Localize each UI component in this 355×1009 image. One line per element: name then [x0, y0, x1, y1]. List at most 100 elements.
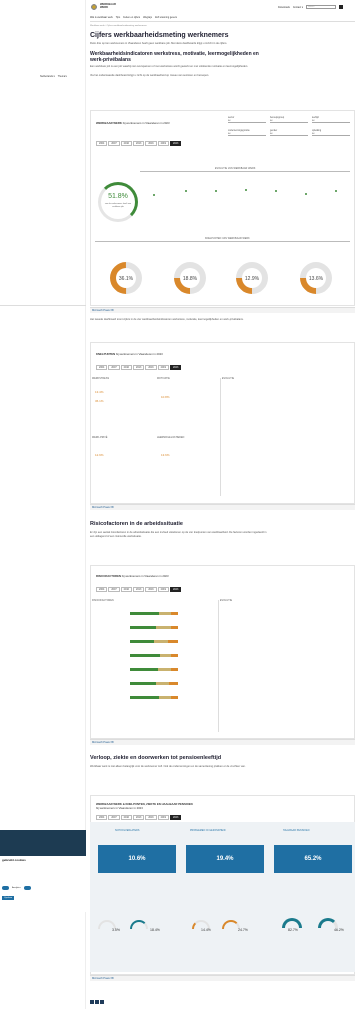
- evolution-point: [335, 190, 337, 192]
- year-tab[interactable]: 2010: [120, 141, 132, 146]
- left-nav-link[interactable]: Thema's: [58, 75, 67, 78]
- search-input[interactable]: zoeken: [305, 5, 336, 9]
- year-tab[interactable]: 2013: [132, 815, 145, 820]
- big-value-box: 19.4%: [186, 845, 264, 873]
- year-tab[interactable]: 2019: [157, 365, 169, 370]
- year-tab[interactable]: 2019: [157, 815, 169, 820]
- year-tab[interactable]: 2013: [132, 587, 145, 592]
- evolutie-label: EVOLUTIE: [220, 600, 233, 602]
- cookie-save-button[interactable]: Opslaan: [2, 896, 15, 900]
- menu-item[interactable]: Tips: [116, 16, 120, 19]
- gauge-value: 18.8%: [182, 276, 198, 282]
- risk-bar: [130, 626, 178, 629]
- big-value-box: 10.6%: [98, 845, 176, 873]
- section1-text-2: Via het onderstaande dashboard krijgt u …: [90, 74, 210, 77]
- site-logo[interactable]: WERKBAAR WERK: [90, 3, 116, 11]
- powerbi-footer[interactable]: Microsoft Power BI: [90, 307, 355, 313]
- year-tab[interactable]: 2010: [120, 365, 132, 370]
- dashboard4-title: WERKBAAR WERK & KNELPUNTEN, ZIEKTE EN HA…: [96, 802, 246, 810]
- year-tab[interactable]: 2019: [157, 141, 169, 146]
- contact-link[interactable]: Contact ▾: [293, 6, 303, 9]
- menu-item[interactable]: Wat is werkbaar werk: [90, 16, 113, 19]
- year-tab[interactable]: 2016: [145, 365, 157, 370]
- card-label: HAALBAAR PENSIOEN: [283, 830, 310, 832]
- powerbi-footer[interactable]: Microsoft Power BI: [90, 975, 355, 981]
- menu-item[interactable]: Wegwijs: [143, 16, 152, 19]
- year-tab[interactable]: 2007: [108, 141, 120, 146]
- main-value: 51.8%: [108, 193, 128, 200]
- year-tab[interactable]: 2004: [96, 141, 108, 146]
- dashboard2-title-bold: KNELPUNTEN: [96, 352, 116, 356]
- header-top-nav: Downloads Contact ▾ zoeken: [278, 5, 343, 9]
- card-label: SCHOOLVERLATERS: [115, 830, 140, 832]
- gauge-value: 13.6%: [308, 276, 324, 282]
- year-tab-active[interactable]: 2023: [169, 141, 182, 146]
- dashboard3-title: RISICOFACTOREN bij werknemers in Vlaande…: [96, 574, 169, 578]
- gauge-motivatie: 18.8%: [167, 255, 213, 301]
- gauge-value: 12.9%: [244, 276, 260, 282]
- year-tab[interactable]: 2016: [145, 815, 157, 820]
- toggle-switch[interactable]: [23, 886, 31, 890]
- filter-value: All: [270, 133, 308, 136]
- gauge-werk-prive: 13.6%: [293, 255, 339, 301]
- dashboard1-title-bold: WERKBAAR WERK: [96, 121, 122, 125]
- filter-label: sector: [228, 117, 235, 119]
- filter-value: All: [270, 120, 308, 123]
- cookie-title: gebruikt cookies: [2, 858, 26, 862]
- menu-item[interactable]: Zelf scanning gevers: [155, 16, 177, 19]
- year-tab[interactable]: 2004: [96, 365, 108, 370]
- year-tab[interactable]: 2016: [145, 587, 157, 592]
- card-label: PROBLEMEN IN GEZONDHEID: [190, 830, 226, 832]
- kp-value: 12.9%: [95, 453, 104, 457]
- filter-sector[interactable]: sector All: [228, 117, 266, 123]
- year-tab-active[interactable]: 2023: [169, 587, 182, 592]
- year-tab[interactable]: 2013: [132, 141, 145, 146]
- filter-opleiding[interactable]: opleiding All: [312, 130, 350, 136]
- gauge-value: 36.1%: [118, 276, 134, 282]
- year-tab-active[interactable]: 2023: [169, 815, 182, 820]
- section4-title: Verloop, ziekte en doorwerken tot pensio…: [90, 755, 222, 761]
- logo-icon: [90, 3, 98, 11]
- year-tab[interactable]: 2010: [120, 587, 132, 592]
- year-tab[interactable]: 2010: [120, 815, 132, 820]
- filter-leeftijd[interactable]: leeftijd All: [312, 117, 350, 123]
- search-icon[interactable]: [338, 5, 343, 9]
- filter-ondernemingsgrootte[interactable]: ondernemingsgrootte All: [228, 130, 266, 136]
- kp-value: 13.4%: [95, 390, 104, 394]
- toggle-switch[interactable]: [2, 886, 9, 890]
- year-tab[interactable]: 2013: [132, 365, 145, 370]
- footer-logos: [90, 1000, 104, 1004]
- downloads-link[interactable]: Downloads: [278, 6, 290, 9]
- year-tab[interactable]: 2007: [108, 587, 120, 592]
- cookie-banner: gebruikt cookies Analytics Opslaan: [0, 856, 86, 912]
- year-tab[interactable]: 2007: [108, 365, 120, 370]
- powerbi-footer[interactable]: Microsoft Power BI: [90, 739, 355, 745]
- label-motivatie: MOTIVATIE: [157, 378, 170, 380]
- menu-item[interactable]: Feiten en cijfers: [123, 16, 140, 19]
- left-nav-link[interactable]: Netherlands ▾: [40, 75, 55, 78]
- year-tab[interactable]: 2019: [157, 587, 169, 592]
- year-tabs: 2004 2007 2010 2013 2016 2019 2023: [96, 365, 182, 370]
- small-gauge-value: 18.4%: [150, 928, 160, 932]
- powerbi-footer[interactable]: Microsoft Power BI: [90, 504, 355, 510]
- section2-text: Het tweede dashboard toont cijfers in de…: [90, 318, 244, 321]
- year-tab-active[interactable]: 2023: [169, 365, 182, 370]
- filter-beroepsgroep[interactable]: beroepsgroep All: [270, 117, 308, 123]
- year-tab[interactable]: 2007: [108, 815, 120, 820]
- filter-gender[interactable]: gender All: [270, 130, 308, 136]
- label-werk-prive: WERK-PRIVÉ: [92, 437, 108, 439]
- year-tab[interactable]: 2016: [145, 141, 157, 146]
- big-value-box: 65.2%: [274, 845, 352, 873]
- cookie-toggle-label: Analytics: [12, 886, 21, 889]
- year-tab[interactable]: 2004: [96, 815, 108, 820]
- partner-logo: [95, 1000, 99, 1004]
- breadcrumb: Werkbaar werk › Cijfers werkbaarheidsmet…: [90, 25, 147, 27]
- dashboard3-title-rest: bij werknemers in Vlaanderen in 2023: [121, 574, 169, 578]
- gauge-leermogelijkheden: 12.9%: [229, 255, 275, 301]
- cookie-dark-band: [0, 830, 86, 856]
- year-tab[interactable]: 2004: [96, 587, 108, 592]
- section3-title: Risicofactoren in de arbeidssituatie: [90, 521, 183, 527]
- evolution-point: [305, 193, 307, 195]
- header-divider: [90, 21, 355, 22]
- small-gauge-value: 46.2%: [334, 928, 344, 932]
